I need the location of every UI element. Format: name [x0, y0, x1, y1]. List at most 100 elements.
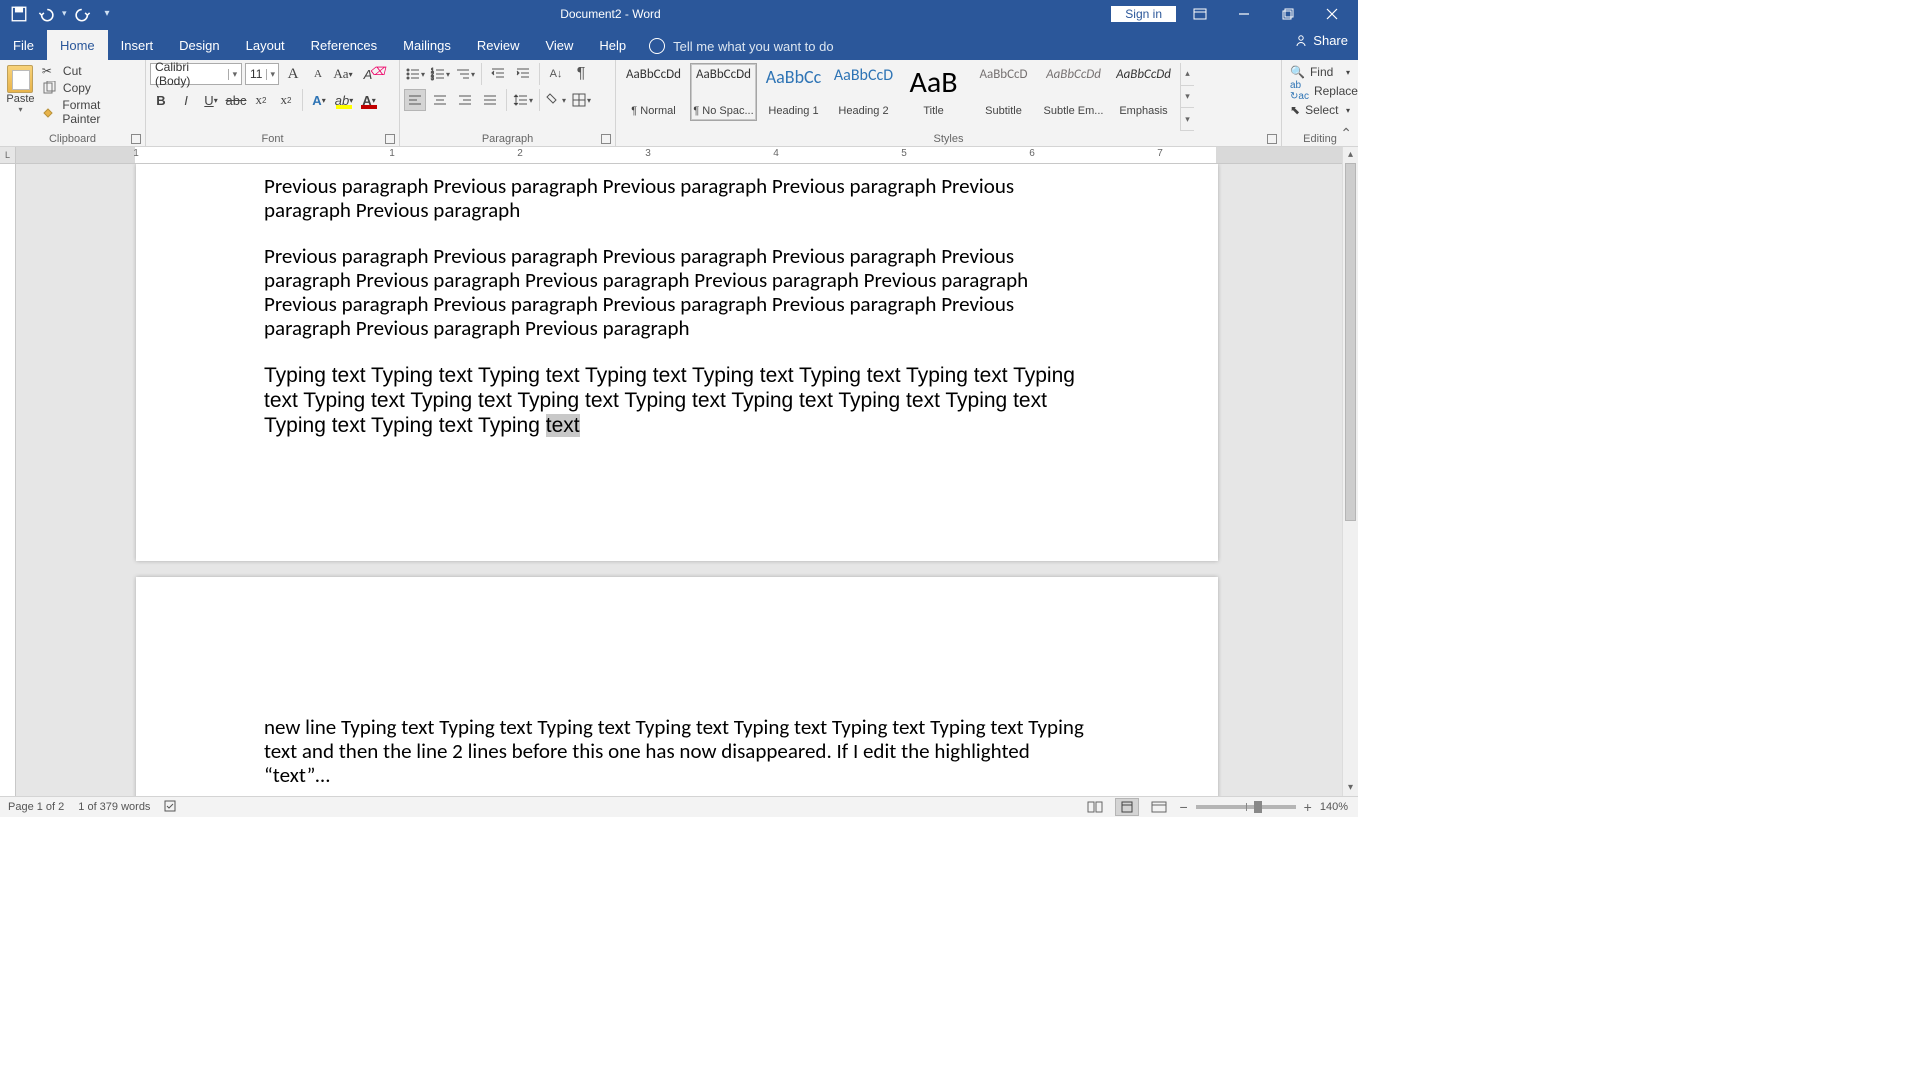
- format-painter-button[interactable]: Format Painter: [40, 97, 141, 127]
- find-button[interactable]: 🔍Find▾: [1290, 65, 1350, 79]
- tab-references[interactable]: References: [298, 30, 390, 60]
- increase-indent-button[interactable]: [512, 63, 534, 85]
- tab-review[interactable]: Review: [464, 30, 533, 60]
- signin-button[interactable]: Sign in: [1111, 6, 1176, 22]
- select-button[interactable]: ⬉Select▾: [1290, 103, 1350, 117]
- font-size-combo[interactable]: 11▾: [245, 63, 279, 85]
- strikethrough-button[interactable]: abc: [225, 89, 247, 111]
- redo-icon[interactable]: [75, 5, 93, 23]
- word-count[interactable]: 1 of 379 words: [78, 801, 150, 813]
- tab-selector[interactable]: L: [0, 147, 16, 164]
- paste-dropdown-icon[interactable]: ▾: [4, 105, 37, 114]
- clear-formatting-button[interactable]: A⌫: [357, 63, 379, 85]
- style-heading-1[interactable]: AaBbCcHeading 1: [760, 63, 827, 121]
- scroll-down-icon[interactable]: ▾: [1343, 780, 1358, 796]
- print-layout-button[interactable]: [1115, 798, 1139, 816]
- paste-button[interactable]: Paste ▾: [4, 63, 37, 114]
- style-emphasis[interactable]: AaBbCcDdEmphasis: [1110, 63, 1177, 121]
- copy-button[interactable]: Copy: [40, 80, 141, 96]
- tab-home[interactable]: Home: [47, 30, 108, 60]
- subscript-button[interactable]: x2: [250, 89, 272, 111]
- undo-icon[interactable]: [36, 5, 54, 23]
- share-button[interactable]: Share: [1294, 33, 1348, 48]
- show-marks-button[interactable]: ¶: [570, 63, 592, 85]
- tell-me-search[interactable]: Tell me what you want to do: [639, 32, 843, 60]
- superscript-button[interactable]: x2: [275, 89, 297, 111]
- bullets-button[interactable]: ▾: [404, 63, 426, 85]
- vertical-scrollbar[interactable]: ▴ ▾: [1342, 147, 1358, 796]
- decrease-indent-button[interactable]: [487, 63, 509, 85]
- scroll-up-icon[interactable]: ▴: [1343, 147, 1358, 163]
- ribbon-display-icon[interactable]: [1180, 0, 1220, 27]
- style-title[interactable]: AaBTitle: [900, 63, 967, 121]
- zoom-out-button[interactable]: −: [1179, 799, 1187, 815]
- tab-mailings[interactable]: Mailings: [390, 30, 464, 60]
- scrollbar-thumb[interactable]: [1345, 163, 1356, 521]
- italic-button[interactable]: I: [175, 89, 197, 111]
- shading-button[interactable]: ▾: [545, 89, 567, 111]
- tab-insert[interactable]: Insert: [108, 30, 167, 60]
- style--normal[interactable]: AaBbCcDd¶ Normal: [620, 63, 687, 121]
- document-paragraph[interactable]: new line Typing text Typing text Typing …: [264, 715, 1090, 787]
- replace-button[interactable]: ab↻acReplace: [1290, 80, 1350, 102]
- styles-scroll-up[interactable]: ▴: [1181, 63, 1194, 86]
- styles-more-icon[interactable]: ▾: [1181, 108, 1194, 131]
- line-spacing-button[interactable]: ▾: [512, 89, 534, 111]
- text-effects-button[interactable]: A▾: [308, 89, 330, 111]
- font-name-combo[interactable]: Calibri (Body)▾: [150, 63, 242, 85]
- zoom-slider[interactable]: [1196, 805, 1296, 809]
- chevron-down-icon[interactable]: ▾: [266, 69, 278, 80]
- ruler-horizontal[interactable]: 11234567: [16, 147, 1358, 164]
- tab-view[interactable]: View: [532, 30, 586, 60]
- save-icon[interactable]: [10, 5, 28, 23]
- document-paragraph[interactable]: Typing text Typing text Typing text Typi…: [264, 363, 1090, 438]
- zoom-level[interactable]: 140%: [1320, 801, 1348, 813]
- justify-button[interactable]: [479, 89, 501, 111]
- page-count[interactable]: Page 1 of 2: [8, 801, 64, 813]
- font-dialog-launcher[interactable]: [385, 134, 395, 144]
- multilevel-list-button[interactable]: ▾: [454, 63, 476, 85]
- align-right-button[interactable]: [454, 89, 476, 111]
- spellcheck-icon[interactable]: [164, 799, 180, 816]
- page-2[interactable]: new line Typing text Typing text Typing …: [136, 577, 1218, 796]
- document-paragraph[interactable]: Previous paragraph Previous paragraph Pr…: [264, 174, 1090, 222]
- page-1[interactable]: Previous paragraph Previous paragraph Pr…: [136, 164, 1218, 561]
- numbering-button[interactable]: 123▾: [429, 63, 451, 85]
- minimize-icon[interactable]: [1224, 0, 1264, 27]
- underline-button[interactable]: U▾: [200, 89, 222, 111]
- style-heading-2[interactable]: AaBbCcDHeading 2: [830, 63, 897, 121]
- tab-layout[interactable]: Layout: [233, 30, 298, 60]
- font-color-button[interactable]: A▾: [358, 89, 380, 111]
- shrink-font-button[interactable]: A: [307, 63, 329, 85]
- ruler-vertical[interactable]: [0, 164, 16, 796]
- clipboard-dialog-launcher[interactable]: [131, 134, 141, 144]
- document-paragraph[interactable]: Previous paragraph Previous paragraph Pr…: [264, 244, 1090, 341]
- styles-scroll-down[interactable]: ▾: [1181, 86, 1194, 109]
- cut-button[interactable]: ✂Cut: [40, 63, 141, 79]
- align-center-button[interactable]: [429, 89, 451, 111]
- paragraph-dialog-launcher[interactable]: [601, 134, 611, 144]
- align-left-button[interactable]: [404, 89, 426, 111]
- web-layout-button[interactable]: [1147, 798, 1171, 816]
- chevron-down-icon[interactable]: ▾: [228, 69, 241, 80]
- sort-button[interactable]: A↓: [545, 63, 567, 85]
- highlighted-text[interactable]: text: [546, 414, 580, 437]
- styles-dialog-launcher[interactable]: [1267, 134, 1277, 144]
- tab-file[interactable]: File: [0, 30, 47, 60]
- style--no-spac-[interactable]: AaBbCcDd¶ No Spac...: [690, 63, 757, 121]
- read-mode-button[interactable]: [1083, 798, 1107, 816]
- zoom-in-button[interactable]: +: [1304, 799, 1312, 815]
- collapse-ribbon-icon[interactable]: ⌃: [1340, 125, 1352, 142]
- maximize-icon[interactable]: [1268, 0, 1308, 27]
- tab-help[interactable]: Help: [586, 30, 639, 60]
- tab-design[interactable]: Design: [166, 30, 232, 60]
- highlight-button[interactable]: ab▾: [333, 89, 355, 111]
- bold-button[interactable]: B: [150, 89, 172, 111]
- grow-font-button[interactable]: A: [282, 63, 304, 85]
- change-case-button[interactable]: Aa▾: [332, 63, 354, 85]
- style-subtle-em-[interactable]: AaBbCcDdSubtle Em...: [1040, 63, 1107, 121]
- style-subtitle[interactable]: AaBbCcDSubtitle: [970, 63, 1037, 121]
- undo-dropdown-icon[interactable]: ▾: [62, 8, 67, 19]
- close-icon[interactable]: [1312, 0, 1352, 27]
- borders-button[interactable]: ▾: [570, 89, 592, 111]
